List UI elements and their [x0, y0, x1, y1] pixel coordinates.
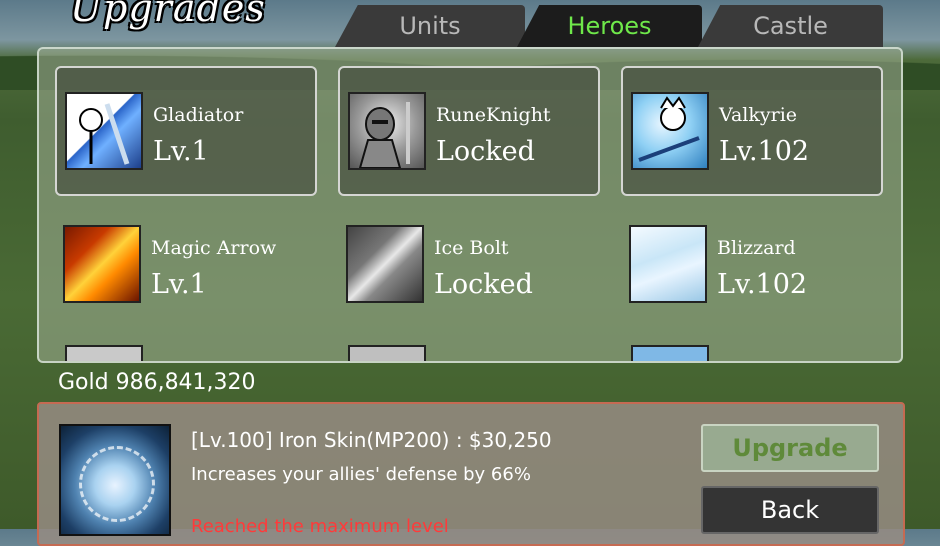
- gladiator-icon: [65, 92, 143, 170]
- next-skill-icon: [348, 345, 426, 361]
- upgrade-button[interactable]: Upgrade: [701, 424, 879, 472]
- valkyrie-icon: [631, 92, 709, 170]
- skill-detail-panel: [Lv.100] Iron Skin(MP200) : $30,250 Incr…: [37, 402, 905, 546]
- next-skill-icon: [631, 345, 709, 361]
- hero-card-runeknight[interactable]: RuneKnight Locked: [338, 66, 600, 196]
- skill-title: [Lv.100] Iron Skin(MP200) : $30,250: [191, 428, 552, 452]
- tab-heroes[interactable]: Heroes: [517, 5, 702, 47]
- hero-level: Lv.102: [719, 136, 810, 167]
- hero-level: Lv.1: [153, 136, 209, 167]
- gold-counter: Gold 986,841,320: [58, 370, 256, 395]
- hero-card-valkyrie[interactable]: Valkyrie Lv.102: [621, 66, 883, 196]
- skill-name: Blizzard: [717, 237, 796, 259]
- upgrade-list-panel[interactable]: Gladiator Lv.1 RuneKnight Locked Valkyri…: [37, 47, 903, 363]
- skill-level: Lv.1: [151, 269, 207, 300]
- skill-card-magic-arrow[interactable]: Magic Arrow Lv.1: [55, 201, 317, 331]
- skill-name: Ice Bolt: [434, 237, 509, 259]
- hero-name: Valkyrie: [719, 104, 798, 126]
- hero-level: Locked: [436, 136, 535, 167]
- skill-name: Magic Arrow: [151, 237, 277, 259]
- max-level-notice: Reached the maximum level: [191, 516, 449, 537]
- page-title: Upgrades: [70, 0, 266, 30]
- tab-castle[interactable]: Castle: [698, 5, 883, 47]
- back-button[interactable]: Back: [701, 486, 879, 534]
- skill-level: Lv.102: [717, 269, 808, 300]
- skill-description: Increases your allies' defense by 66%: [191, 464, 531, 485]
- blizzard-icon: [629, 225, 707, 303]
- skill-card-ice-bolt[interactable]: Ice Bolt Locked: [338, 201, 600, 331]
- hero-name: RuneKnight: [436, 104, 551, 126]
- skill-card-blizzard[interactable]: Blizzard Lv.102: [621, 201, 883, 331]
- next-skill-icon: [65, 345, 143, 361]
- skill-level: Locked: [434, 269, 533, 300]
- magic-arrow-icon: [63, 225, 141, 303]
- hero-name: Gladiator: [153, 104, 244, 126]
- rune-knight-icon: [348, 92, 426, 170]
- tab-units[interactable]: Units: [335, 5, 525, 47]
- iron-skin-icon: [59, 424, 171, 536]
- hero-card-gladiator[interactable]: Gladiator Lv.1: [55, 66, 317, 196]
- ice-bolt-icon: [346, 225, 424, 303]
